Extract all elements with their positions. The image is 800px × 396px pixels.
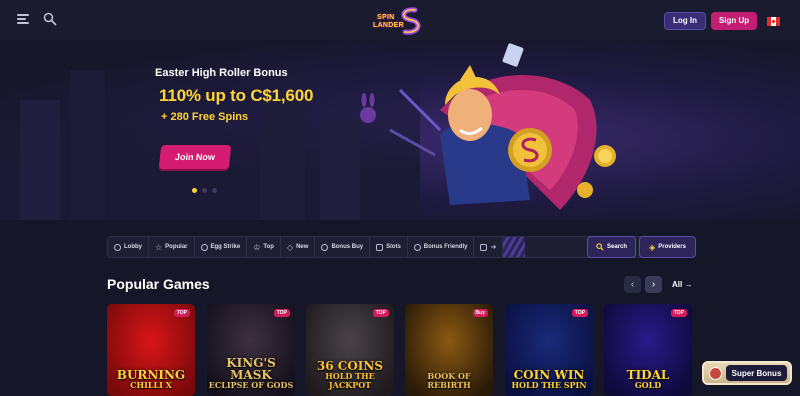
nav-item-new[interactable]: ◇ New bbox=[281, 237, 316, 257]
game-title-line-2: CHILLI X bbox=[130, 380, 172, 390]
arrow-right-icon: ➜ bbox=[490, 244, 497, 251]
nav-item-label: Lobby bbox=[124, 244, 142, 250]
slots-icon bbox=[376, 243, 384, 251]
nav-item-bonus-buy[interactable]: Bonus Buy bbox=[315, 237, 371, 257]
hero-bonus-amount: 110% up to C$1,600 bbox=[159, 86, 314, 105]
crown-icon: ♔ bbox=[253, 242, 261, 252]
superhero-illustration bbox=[360, 43, 616, 210]
nav-item-egg-strike[interactable]: Egg Strike bbox=[195, 237, 248, 257]
game-tile[interactable]: TOP TIDAL GOLD bbox=[604, 304, 692, 396]
nav-item-label: Bonus Friendly bbox=[423, 244, 468, 250]
join-now-button[interactable]: Join Now bbox=[158, 145, 232, 169]
signup-button[interactable]: Sign Up bbox=[711, 12, 757, 30]
search-icon bbox=[596, 243, 604, 251]
game-tile[interactable]: Buy BOOK OF REBIRTH bbox=[405, 304, 493, 396]
nav-item-label: Popular bbox=[165, 244, 188, 250]
carousel-next-button[interactable]: › bbox=[645, 276, 662, 293]
game-badge: TOP bbox=[173, 309, 190, 317]
star-icon: ☆ bbox=[155, 242, 163, 252]
game-title-line-2: BOOK OF REBIRTH bbox=[427, 371, 471, 390]
game-tile[interactable]: TOP COIN WIN HOLD THE SPIN bbox=[505, 304, 593, 396]
nav-item-label: Top bbox=[263, 244, 274, 250]
nav-providers-button[interactable]: ◈ Providers bbox=[639, 236, 696, 258]
nav-item-slots[interactable]: Slots bbox=[370, 237, 408, 257]
game-tile[interactable]: TOP BURNING CHILLI X bbox=[107, 304, 195, 396]
egg-icon bbox=[200, 243, 208, 251]
nav-item-bonus-friendly[interactable]: Bonus Friendly bbox=[408, 237, 475, 257]
section-title: Popular Games bbox=[107, 276, 210, 292]
gift-icon bbox=[413, 243, 421, 251]
nav-search-button[interactable]: Search bbox=[587, 236, 636, 258]
tag-icon: ◇ bbox=[286, 242, 294, 252]
canada-flag-icon[interactable] bbox=[767, 17, 780, 26]
chevron-right-icon: › bbox=[651, 279, 656, 290]
game-badge: TOP bbox=[670, 309, 687, 317]
slider-dot[interactable] bbox=[192, 188, 197, 193]
game-title: TIDAL GOLD bbox=[604, 369, 692, 390]
game-tile[interactable]: TOP KING'S MASK ECLIPSE OF GODS bbox=[207, 304, 295, 396]
nav-item-label: New bbox=[296, 244, 309, 250]
search-icon[interactable] bbox=[43, 12, 57, 26]
top-header: SPIN LANDER Log In Sign Up bbox=[0, 0, 800, 40]
login-button[interactable]: Log In bbox=[664, 12, 706, 30]
game-title: 36 COINS HOLD THE JACKPOT bbox=[306, 360, 394, 390]
grid-icon bbox=[480, 243, 488, 251]
game-title-line-2: ECLIPSE OF GODS bbox=[208, 380, 294, 390]
nav-item-top[interactable]: ♔ Top bbox=[247, 237, 281, 257]
game-badge: Buy bbox=[472, 309, 488, 317]
logo-line-2: LANDER bbox=[373, 22, 404, 29]
site-logo[interactable]: SPIN LANDER bbox=[365, 6, 440, 36]
game-badge: TOP bbox=[372, 309, 389, 317]
game-badge: TOP bbox=[571, 309, 588, 317]
game-title: BOOK OF REBIRTH bbox=[405, 372, 493, 390]
game-title: KING'S MASK ECLIPSE OF GODS bbox=[207, 357, 295, 390]
view-all-label: All bbox=[672, 280, 683, 289]
game-title-line-1: KING'S MASK bbox=[226, 356, 276, 382]
nav-divider-stripes bbox=[503, 237, 526, 257]
game-badge: TOP bbox=[273, 309, 290, 317]
category-nav: Lobby ☆ Popular Egg Strike ♔ Top ◇ New B… bbox=[107, 236, 696, 258]
hero-title: Easter High Roller Bonus bbox=[155, 67, 288, 79]
logo-line-1: SPIN bbox=[377, 14, 395, 21]
slider-dot[interactable] bbox=[202, 188, 207, 193]
game-title-line-2: HOLD THE SPIN bbox=[511, 380, 587, 390]
nav-item-label: Bonus Buy bbox=[331, 244, 364, 250]
nav-more-button[interactable]: ➜ bbox=[474, 237, 504, 257]
hero-banner: Easter High Roller Bonus 110% up to C$1,… bbox=[0, 40, 800, 220]
city-background bbox=[0, 60, 420, 220]
view-all-link[interactable]: All → bbox=[672, 280, 692, 289]
nav-providers-label: Providers bbox=[658, 244, 686, 250]
super-bonus-label: Super Bonus bbox=[726, 365, 787, 381]
providers-icon: ◈ bbox=[649, 242, 656, 252]
nav-item-lobby[interactable]: Lobby bbox=[108, 237, 149, 257]
arrow-right-icon: → bbox=[684, 280, 693, 289]
logo-s-icon bbox=[401, 7, 421, 35]
game-title-line-2: HOLD THE JACKPOT bbox=[325, 371, 375, 390]
nav-item-popular[interactable]: ☆ Popular bbox=[149, 237, 195, 257]
nav-item-label: Slots bbox=[386, 244, 401, 250]
super-bonus-widget[interactable]: Super Bonus bbox=[702, 361, 792, 385]
game-tile[interactable]: TOP 36 COINS HOLD THE JACKPOT bbox=[306, 304, 394, 396]
chevron-left-icon: ‹ bbox=[630, 279, 635, 290]
lobby-icon bbox=[114, 243, 121, 251]
carousel-prev-button[interactable]: ‹ bbox=[624, 276, 641, 293]
game-title-line-2: GOLD bbox=[634, 380, 662, 390]
coins-icon bbox=[321, 243, 329, 251]
menu-icon[interactable] bbox=[17, 14, 29, 26]
nav-search-label: Search bbox=[606, 244, 627, 250]
game-title: BURNING CHILLI X bbox=[107, 369, 195, 390]
game-title: COIN WIN HOLD THE SPIN bbox=[505, 369, 593, 390]
piggy-icon bbox=[709, 366, 722, 380]
slider-dots bbox=[192, 188, 217, 193]
hero-free-spins: + 280 Free Spins bbox=[161, 111, 249, 123]
slider-dot[interactable] bbox=[212, 188, 217, 193]
nav-item-label: Egg Strike bbox=[210, 244, 241, 250]
